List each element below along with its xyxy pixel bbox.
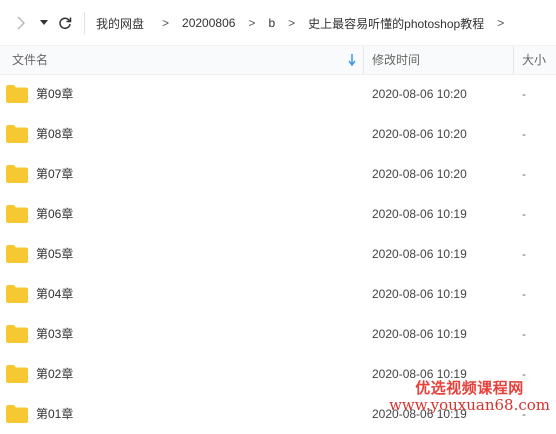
folder-icon: [6, 365, 28, 383]
watermark-title: 优选视频课程网: [415, 379, 524, 397]
folder-icon: [6, 245, 28, 263]
toolbar-divider: [84, 12, 85, 34]
file-row[interactable]: 第05章 2020-08-06 10:19 -: [0, 234, 556, 274]
file-modified: 2020-08-06 10:19: [372, 207, 467, 221]
file-modified: 2020-08-06 10:20: [372, 127, 467, 141]
file-row[interactable]: 第09章 2020-08-06 10:20 -: [0, 74, 556, 114]
breadcrumb-separator: >: [248, 16, 256, 30]
refresh-button[interactable]: [56, 12, 74, 34]
breadcrumb-item-b[interactable]: b: [268, 16, 275, 30]
file-name: 第09章: [36, 87, 74, 101]
forward-button[interactable]: [12, 12, 30, 34]
file-modified: 2020-08-06 10:20: [372, 167, 467, 181]
file-row[interactable]: 第04章 2020-08-06 10:19 -: [0, 274, 556, 314]
file-name: 第05章: [36, 247, 74, 261]
file-modified: 2020-08-06 10:19: [372, 327, 467, 341]
file-name: 第03章: [36, 327, 74, 341]
file-row[interactable]: 第06章 2020-08-06 10:19 -: [0, 194, 556, 234]
file-name: 第04章: [36, 287, 74, 301]
file-modified: 2020-08-06 10:19: [372, 287, 467, 301]
folder-icon: [6, 85, 28, 103]
file-name: 第06章: [36, 207, 74, 221]
file-row[interactable]: 第08章 2020-08-06 10:20 -: [0, 114, 556, 154]
file-size: -: [522, 287, 526, 301]
toolbar: 我的网盘 > 20200806 > b > 史上最容易听懂的photoshop教…: [0, 0, 556, 45]
column-header-modified[interactable]: 修改时间: [372, 46, 420, 74]
file-name: 第07章: [36, 167, 74, 181]
breadcrumb: 我的网盘 > 20200806 > b > 史上最容易听懂的photoshop教…: [96, 12, 517, 34]
history-dropdown-button[interactable]: [38, 12, 50, 34]
caret-down-icon: [40, 20, 48, 25]
file-size: -: [522, 127, 526, 141]
refresh-icon: [59, 17, 72, 30]
file-name: 第02章: [36, 367, 74, 381]
breadcrumb-item-current[interactable]: 史上最容易听懂的photoshop教程: [308, 15, 484, 32]
chevron-right-icon: [17, 16, 25, 30]
column-divider[interactable]: [363, 46, 364, 74]
folder-icon: [6, 125, 28, 143]
file-size: -: [522, 247, 526, 261]
column-header-size[interactable]: 大小: [522, 46, 546, 74]
folder-icon: [6, 205, 28, 223]
file-row[interactable]: 第03章 2020-08-06 10:19 -: [0, 314, 556, 354]
file-size: -: [522, 167, 526, 181]
file-size: -: [522, 207, 526, 221]
file-modified: 2020-08-06 10:19: [372, 247, 467, 261]
file-modified: 2020-08-06 10:20: [372, 87, 467, 101]
file-name: 第01章: [36, 407, 74, 421]
watermark-url: www.youxuan68.com: [389, 395, 550, 414]
breadcrumb-separator: >: [162, 16, 170, 30]
folder-icon: [6, 325, 28, 343]
breadcrumb-separator: >: [288, 16, 296, 30]
column-header-name[interactable]: 文件名: [12, 46, 48, 74]
column-header: 文件名 修改时间 大小: [0, 45, 556, 75]
folder-icon: [6, 405, 28, 423]
file-name: 第08章: [36, 127, 74, 141]
breadcrumb-item-root[interactable]: 我的网盘: [96, 15, 144, 32]
file-size: -: [522, 327, 526, 341]
folder-icon: [6, 285, 28, 303]
watermark: 优选视频课程网 www.youxuan68.com: [389, 380, 550, 415]
file-row[interactable]: 第07章 2020-08-06 10:20 -: [0, 154, 556, 194]
folder-icon: [6, 165, 28, 183]
file-size: -: [522, 87, 526, 101]
sort-descending-icon[interactable]: [348, 54, 356, 66]
column-divider[interactable]: [513, 46, 514, 74]
breadcrumb-separator[interactable]: >: [497, 16, 504, 30]
breadcrumb-item-date-folder[interactable]: 20200806: [182, 16, 235, 30]
